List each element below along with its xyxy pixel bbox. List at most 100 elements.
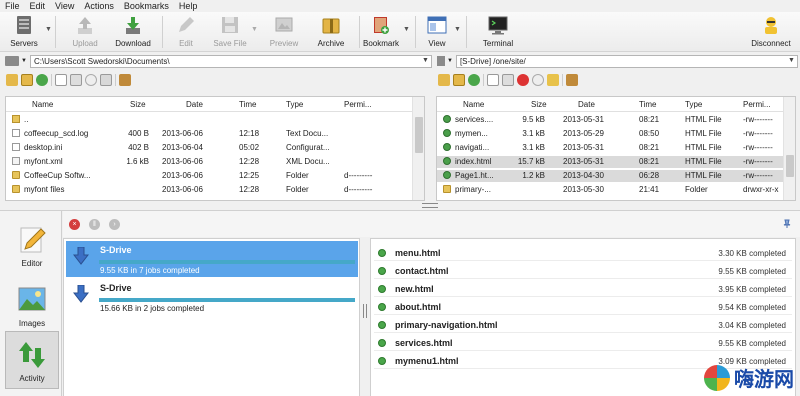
sidebar-item-editor[interactable]: Editor bbox=[5, 217, 59, 273]
completed-file-row[interactable]: services.html 9.55 KB completed bbox=[374, 335, 792, 351]
completed-file-row[interactable]: about.html 9.54 KB completed bbox=[374, 299, 792, 315]
local-scrollbar[interactable] bbox=[412, 97, 424, 200]
status-ok-icon bbox=[378, 249, 386, 257]
pause-icon[interactable]: ‖ bbox=[89, 219, 100, 230]
upload-button[interactable]: Upload bbox=[68, 13, 102, 51]
bookmark-button[interactable]: Bookmark bbox=[363, 13, 399, 51]
parent-folder-icon[interactable] bbox=[6, 74, 18, 86]
icon-separator bbox=[51, 74, 52, 86]
new-folder-icon[interactable] bbox=[453, 74, 465, 86]
sidebar-item-activity[interactable]: Activity bbox=[5, 331, 59, 389]
completed-file-row[interactable]: contact.html 9.55 KB completed bbox=[374, 263, 792, 279]
servers-dropdown-icon[interactable]: ▼ bbox=[45, 26, 52, 33]
terminal-button[interactable]: Terminal bbox=[480, 13, 516, 51]
parent-folder-icon[interactable] bbox=[438, 74, 450, 86]
col-date[interactable]: Date bbox=[186, 100, 203, 109]
local-drive-dropdown-icon[interactable]: ▼ bbox=[21, 58, 27, 64]
col-time[interactable]: Time bbox=[639, 100, 656, 109]
splitter-grip[interactable] bbox=[363, 304, 367, 318]
file-row[interactable]: navigati... 3.1 kB 2013-05-31 08:21 HTML Fil… bbox=[437, 142, 795, 154]
key-icon[interactable] bbox=[547, 74, 559, 86]
new-folder-icon[interactable] bbox=[21, 74, 33, 86]
pane-splitter[interactable] bbox=[422, 203, 438, 208]
menu-help[interactable]: Help bbox=[179, 1, 198, 11]
properties-icon[interactable] bbox=[502, 74, 514, 86]
job-name: S-Drive bbox=[100, 283, 132, 293]
file-row[interactable]: CoffeeCup Softw... 2013-06-06 12:25 Folder d… bbox=[6, 170, 424, 182]
remote-path-input[interactable]: [S-Drive] /one/site/ ▼ bbox=[455, 54, 798, 68]
save-dropdown-icon[interactable]: ▼ bbox=[251, 26, 258, 33]
save-file-button[interactable]: Save File bbox=[212, 13, 248, 51]
file-row[interactable]: desktop.ini 402 B 2013-06-04 05:02 Configura… bbox=[6, 142, 424, 154]
menu-edit[interactable]: Edit bbox=[30, 1, 46, 11]
col-size[interactable]: Size bbox=[531, 100, 547, 109]
col-permissions[interactable]: Permi... bbox=[743, 100, 771, 109]
menu-actions[interactable]: Actions bbox=[84, 1, 114, 11]
file-row[interactable]: mymen... 3.1 kB 2013-05-29 08:50 HTML File -r… bbox=[437, 128, 795, 140]
archive-button[interactable]: Archive bbox=[313, 13, 349, 51]
col-name[interactable]: Name bbox=[32, 100, 53, 109]
remote-action-icons bbox=[438, 72, 578, 88]
file-row[interactable]: coffeecup_scd.log 400 B 2013-06-06 12:18 Tex… bbox=[6, 128, 424, 140]
sidebar-item-images[interactable]: Images bbox=[5, 277, 59, 333]
new-file-icon[interactable] bbox=[55, 74, 67, 86]
col-permissions[interactable]: Permi... bbox=[344, 100, 372, 109]
col-date[interactable]: Date bbox=[578, 100, 595, 109]
play-icon[interactable]: › bbox=[109, 219, 120, 230]
bookmark-dropdown-icon[interactable]: ▼ bbox=[403, 26, 410, 33]
col-size[interactable]: Size bbox=[130, 100, 146, 109]
completed-file-row[interactable]: new.html 3.95 KB completed bbox=[374, 281, 792, 297]
delete-icon[interactable] bbox=[517, 74, 529, 86]
edit-button[interactable]: Edit bbox=[172, 13, 200, 51]
menu-file[interactable]: File bbox=[5, 1, 20, 11]
servers-button[interactable]: Servers bbox=[8, 13, 40, 51]
settings-icon[interactable] bbox=[85, 74, 97, 86]
remote-scrollbar[interactable] bbox=[783, 97, 795, 200]
transfer-job[interactable]: S-Drive 9.55 KB in 7 jobs completed bbox=[66, 241, 358, 277]
col-time[interactable]: Time bbox=[239, 100, 256, 109]
file-row[interactable]: Page1.ht... 1.2 kB 2013-04-30 06:28 HTML Fil… bbox=[437, 170, 795, 182]
local-column-headers: Name Size Date Time Type Permi... bbox=[6, 97, 424, 112]
file-row[interactable]: myfont files 2013-06-06 12:28 Folder d------… bbox=[6, 184, 424, 196]
col-type[interactable]: Type bbox=[685, 100, 702, 109]
download-button[interactable]: Download bbox=[113, 13, 153, 51]
file-row[interactable]: services.... 9.5 kB 2013-05-31 08:21 HTML Fi… bbox=[437, 114, 795, 126]
remote-path-text: [S-Drive] /one/site/ bbox=[459, 56, 526, 66]
scroll-thumb[interactable] bbox=[415, 117, 423, 153]
view-dropdown-icon[interactable]: ▼ bbox=[454, 26, 461, 33]
file-row[interactable]: .. bbox=[6, 114, 424, 126]
filter-icon[interactable] bbox=[119, 74, 131, 86]
view-button[interactable]: View bbox=[423, 13, 451, 51]
stop-icon[interactable]: × bbox=[69, 219, 80, 230]
menu-view[interactable]: View bbox=[55, 1, 74, 11]
disconnect-button[interactable]: Disconnect bbox=[750, 13, 792, 51]
col-type[interactable]: Type bbox=[286, 100, 303, 109]
refresh-icon[interactable] bbox=[36, 74, 48, 86]
file-row[interactable]: index.html 15.7 kB 2013-05-31 08:21 HTML Fil… bbox=[437, 156, 795, 168]
transfer-job[interactable]: S-Drive 15.66 KB in 2 jobs completed bbox=[66, 279, 358, 315]
file-row[interactable]: primary-... 2013-05-30 21:41 Folder drwxr-xr… bbox=[437, 184, 795, 196]
filter-icon[interactable] bbox=[566, 74, 578, 86]
file-row[interactable]: myfont.xml 1.6 kB 2013-06-06 12:28 XML Docu.… bbox=[6, 156, 424, 168]
cell-date: 2013-04-30 bbox=[563, 171, 604, 180]
sync-icon[interactable] bbox=[100, 74, 112, 86]
settings-icon[interactable] bbox=[532, 74, 544, 86]
properties-icon[interactable] bbox=[70, 74, 82, 86]
menu-bookmarks[interactable]: Bookmarks bbox=[124, 1, 169, 11]
scroll-thumb[interactable] bbox=[786, 155, 794, 177]
new-file-icon[interactable] bbox=[487, 74, 499, 86]
completed-file-row[interactable]: primary-navigation.html 3.04 KB completed bbox=[374, 317, 792, 333]
preview-button[interactable]: Preview bbox=[266, 13, 302, 51]
cell-size: 1.6 kB bbox=[126, 157, 149, 166]
local-drive-icon[interactable] bbox=[5, 56, 19, 66]
remote-server-dropdown-icon[interactable]: ▼ bbox=[447, 58, 453, 64]
col-name[interactable]: Name bbox=[463, 100, 484, 109]
completed-file-row[interactable]: menu.html 3.30 KB completed bbox=[374, 245, 792, 261]
local-path-input[interactable]: C:\Users\Scott Swedorski\Documents\ ▼ bbox=[29, 54, 432, 68]
remote-path-dropdown-icon[interactable]: ▼ bbox=[788, 57, 795, 64]
refresh-icon[interactable] bbox=[468, 74, 480, 86]
local-path-dropdown-icon[interactable]: ▼ bbox=[422, 57, 429, 64]
pin-icon[interactable] bbox=[782, 219, 792, 229]
activity-splitter[interactable] bbox=[360, 238, 370, 396]
globe-file-icon bbox=[443, 157, 451, 165]
